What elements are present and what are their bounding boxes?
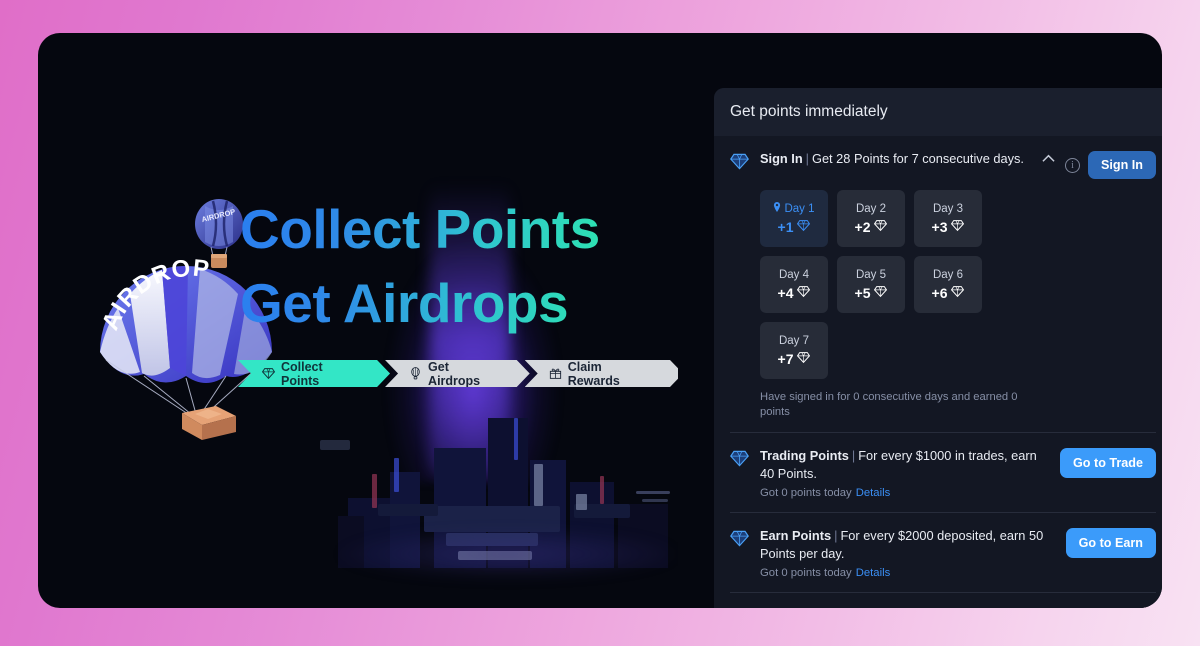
day-points: +1 xyxy=(777,219,794,235)
day-label: Day 1 xyxy=(784,202,815,215)
points-panel: Get points immediately Sign In | Get 28 Po… xyxy=(714,88,1162,608)
diamond-icon xyxy=(797,351,811,367)
diamond-icon xyxy=(730,529,750,579)
signin-task-row: Sign In | Get 28 Points for 7 consecutive … xyxy=(730,136,1156,434)
day-card-1[interactable]: Day 1 +1 xyxy=(760,190,828,247)
sign-in-button[interactable]: Sign In xyxy=(1088,151,1156,179)
step-label: Collect Points xyxy=(281,359,323,388)
day-label: Day 4 xyxy=(778,268,810,281)
details-link[interactable]: Details xyxy=(856,567,891,579)
day-points: +7 xyxy=(777,350,794,367)
diamond-icon xyxy=(730,449,750,499)
day-points: +4 xyxy=(777,284,794,301)
details-link[interactable]: Details xyxy=(856,487,891,499)
day-card-6[interactable]: Day 6 +6 xyxy=(914,256,982,313)
info-icon[interactable]: i xyxy=(1065,158,1081,173)
signin-title-bold: Sign In xyxy=(760,151,803,166)
day-label: Day 2 xyxy=(855,202,887,215)
task-status: Got 0 points today xyxy=(760,487,852,500)
app-card: AIRDROP AIRDROP Collect Points Get Airdr… xyxy=(38,33,1162,608)
task-row-earn: Earn Points | For every $2000 deposited, e… xyxy=(730,513,1156,594)
title-separator: | xyxy=(805,151,809,166)
day-label: Day 6 xyxy=(932,268,964,281)
hero-section: AIRDROP AIRDROP Collect Points Get Airdr… xyxy=(38,33,678,608)
diamond-icon xyxy=(730,152,750,179)
diamond-icon xyxy=(797,219,811,235)
day-card-7[interactable]: Day 7 +7 xyxy=(760,322,828,379)
daily-signin-grid: Day 1 +1 Day 2 +2 Day 3 +3 Day 4 +4 Day … xyxy=(760,190,1050,379)
diamond-icon xyxy=(951,285,965,301)
day-points: +5 xyxy=(854,284,871,301)
chevron-up-icon[interactable] xyxy=(1042,151,1055,166)
day-label: Day 7 xyxy=(778,334,810,347)
diamond-icon xyxy=(262,367,275,380)
diamond-icon xyxy=(874,285,888,301)
day-points: +6 xyxy=(931,284,948,301)
task-title-bold: Earn Points xyxy=(760,528,832,544)
step-label: Get Airdrops xyxy=(428,359,481,388)
diamond-icon xyxy=(797,285,811,301)
panel-body: Sign In | Get 28 Points for 7 consecutive … xyxy=(714,136,1162,608)
diamond-icon xyxy=(951,219,965,235)
day-card-4[interactable]: Day 4 +4 xyxy=(760,256,828,313)
day-points: +2 xyxy=(854,218,871,235)
task-row-trading: Trading Points | For every $1000 in trades… xyxy=(730,433,1156,514)
day-card-2[interactable]: Day 2 +2 xyxy=(837,190,905,247)
progress-steps: Collect Points Get Airdrops Claim Reward… xyxy=(238,360,678,387)
ground-haze xyxy=(308,530,678,590)
day-label: Day 5 xyxy=(855,268,887,281)
go-to-trade-button[interactable]: Go to Trade xyxy=(1060,448,1156,479)
title-separator: | xyxy=(851,448,856,464)
location-pin-icon xyxy=(773,202,781,215)
day-card-3[interactable]: Day 3 +3 xyxy=(914,190,982,247)
panel-header: Get points immediately xyxy=(714,88,1162,136)
step-claim-rewards[interactable]: Claim Rewards xyxy=(525,360,678,387)
signin-title-rest: Get 28 Points for 7 consecutive days. xyxy=(811,151,1024,166)
hero-headline: Collect Points Get Airdrops xyxy=(240,193,678,340)
day-points: +3 xyxy=(931,218,948,235)
signin-actions: i Sign In xyxy=(1065,150,1156,179)
diamond-icon xyxy=(874,219,888,235)
step-label: Claim Rewards xyxy=(567,359,620,388)
task-status: Got 0 points today xyxy=(760,567,852,580)
panel-title: Get points immediately xyxy=(730,103,888,120)
gift-icon xyxy=(549,367,562,380)
day-card-5[interactable]: Day 5 +5 xyxy=(837,256,905,313)
hot-air-balloon-icon xyxy=(409,367,422,380)
go-to-earn-button[interactable]: Go to Earn xyxy=(1065,528,1156,559)
signin-status-note: Have signed in for 0 consecutive days an… xyxy=(760,391,1018,419)
task-title-bold: Trading Points xyxy=(760,448,849,464)
step-get-airdrops[interactable]: Get Airdrops xyxy=(385,360,530,387)
step-collect-points[interactable]: Collect Points xyxy=(238,360,390,387)
day-label: Day 3 xyxy=(932,202,964,215)
task-row-referral: Referral Points|Receive 30% of the Point… xyxy=(730,593,1156,608)
